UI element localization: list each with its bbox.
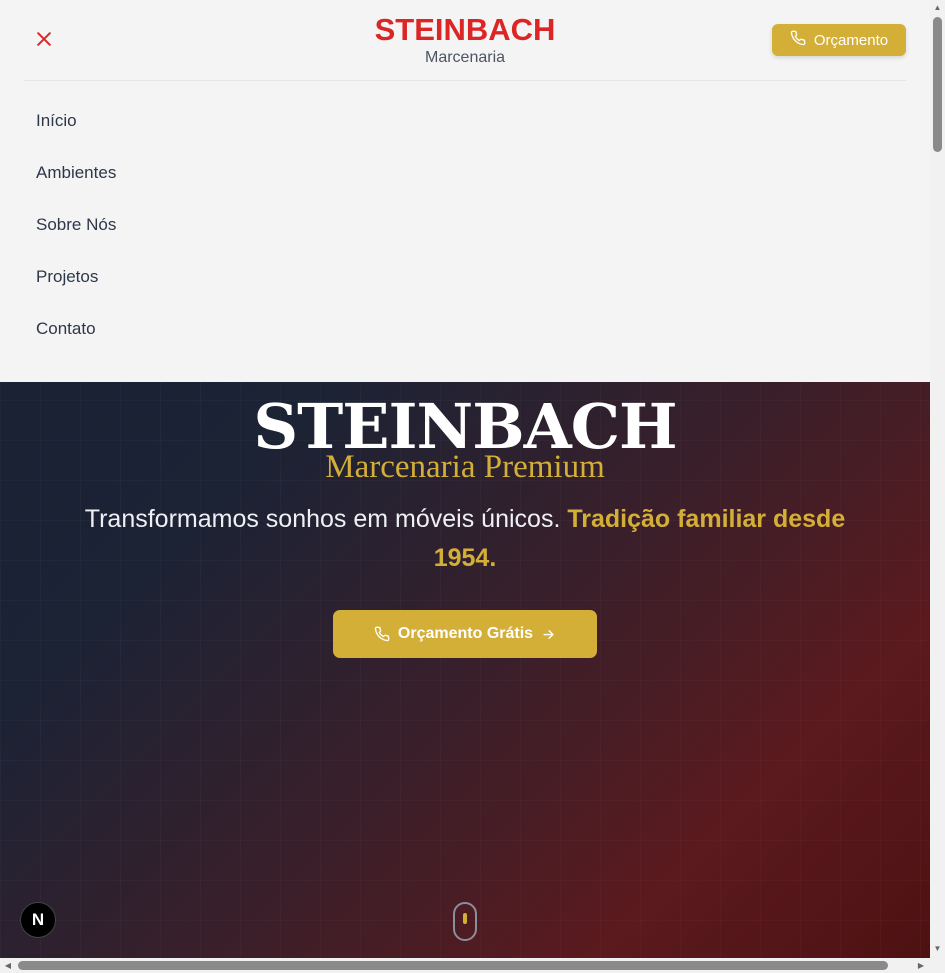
nav-item-ambientes[interactable]: Ambientes — [36, 162, 116, 214]
header-quote-button[interactable]: Orçamento — [772, 24, 906, 56]
mobile-menu-panel: STEINBACH Marcenaria Orçamento Início Am… — [0, 0, 930, 382]
arrow-right-icon — [541, 627, 556, 642]
scroll-left-arrow-icon[interactable]: ◀ — [3, 960, 13, 971]
free-quote-label: Orçamento Grátis — [397, 625, 534, 642]
phone-icon — [374, 626, 390, 642]
nav-item-sobre-nos[interactable]: Sobre Nós — [36, 214, 116, 266]
hero-subtitle: Marcenaria Premium — [325, 449, 605, 485]
nav-menu: Início Ambientes Sobre Nós Projetos Cont… — [36, 110, 116, 370]
nav-item-projetos[interactable]: Projetos — [36, 266, 116, 318]
hero-tagline-text: Transformamos sonhos em móveis únicos. — [84, 505, 561, 533]
vertical-scrollbar[interactable]: ▲ ▼ — [930, 0, 945, 958]
scroll-down-arrow-icon[interactable]: ▼ — [933, 944, 942, 954]
nav-item-inicio[interactable]: Início — [36, 110, 116, 162]
scroll-mouse-icon — [453, 902, 477, 941]
nav-item-contato[interactable]: Contato — [36, 318, 116, 370]
phone-icon — [790, 30, 806, 50]
vertical-scrollbar-thumb[interactable] — [933, 17, 942, 152]
header-divider — [24, 80, 906, 81]
badge-letter: N — [31, 910, 45, 929]
dev-badge-button[interactable]: N — [20, 902, 56, 938]
hero-tagline: Transformamos sonhos em móveis únicos. T… — [70, 500, 860, 578]
header-quote-label: Orçamento — [813, 31, 889, 49]
scroll-wheel-dot — [463, 913, 467, 924]
scroll-right-arrow-icon[interactable]: ▶ — [916, 960, 926, 971]
horizontal-scrollbar[interactable]: ◀ ▶ — [0, 958, 945, 973]
scroll-up-arrow-icon[interactable]: ▲ — [933, 3, 942, 13]
horizontal-scrollbar-thumb[interactable] — [18, 961, 888, 970]
free-quote-button[interactable]: Orçamento Grátis — [333, 610, 597, 658]
